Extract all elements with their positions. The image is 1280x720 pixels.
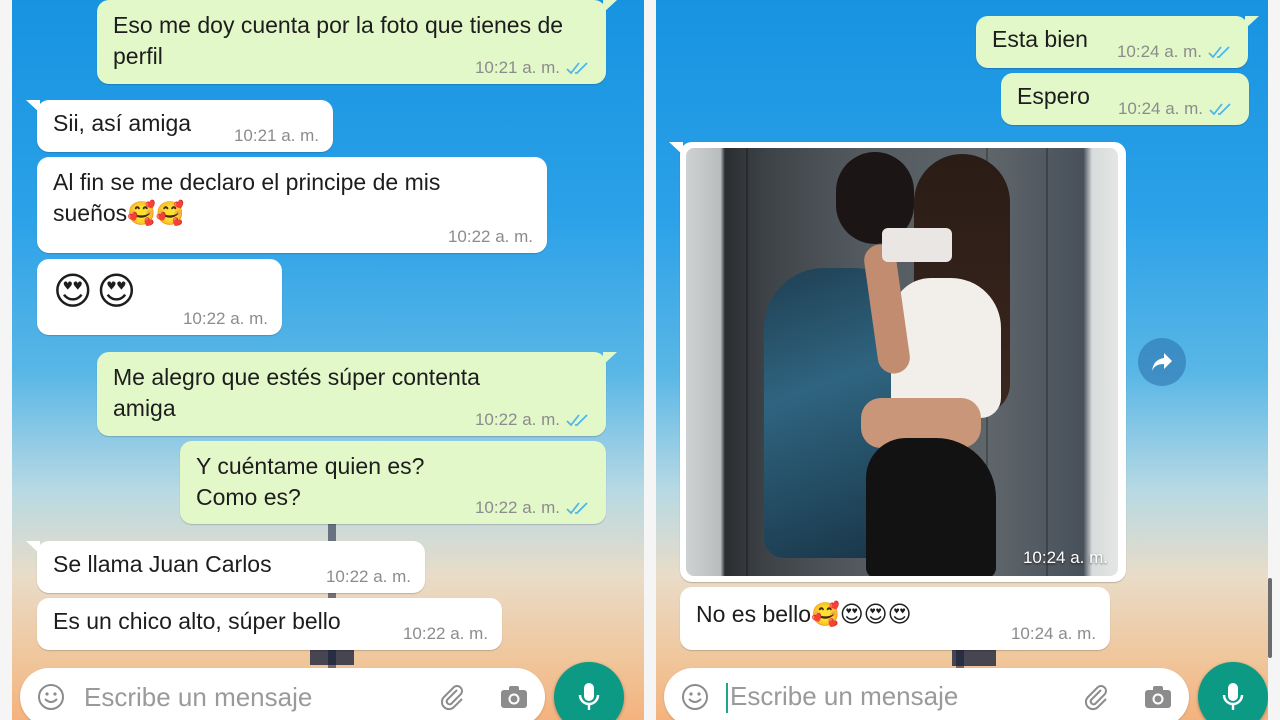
double-check-icon [566, 62, 588, 75]
message-time: 10:22 a. m. [474, 410, 560, 429]
chat-screen-right[interactable]: Esta bien 10:24 a. m. Espero 10:24 a. m.… [656, 0, 1268, 720]
message-input[interactable]: Escribe un mensaje [84, 682, 435, 713]
paperclip-icon[interactable] [1079, 680, 1113, 714]
double-check-icon [566, 414, 588, 427]
message-incoming[interactable]: 😍😍 10:22 a. m. [37, 259, 282, 335]
message-time: 10:21 a. m. [474, 58, 560, 77]
shared-photo[interactable]: 10:24 a. m. [686, 148, 1118, 576]
camera-icon[interactable] [1141, 680, 1175, 714]
chat-screen-left[interactable]: Eso me doy cuenta por la foto que tienes… [12, 0, 644, 720]
message-time: 10:24 a. m. [1117, 99, 1203, 118]
double-check-icon [1208, 46, 1230, 59]
message-outgoing[interactable]: Eso me doy cuenta por la foto que tienes… [97, 0, 617, 84]
message-time: 10:21 a. m. [233, 126, 319, 145]
message-input[interactable]: Escribe un mensaje [726, 680, 1079, 714]
double-check-icon [1209, 103, 1231, 116]
double-check-icon [566, 502, 588, 515]
message-time: 10:22 a. m. [447, 227, 533, 246]
message-image[interactable]: 10:24 a. m. [669, 142, 1126, 582]
emoji-icon[interactable] [678, 680, 712, 714]
forward-icon [1152, 353, 1172, 371]
message-outgoing[interactable]: Esta bien 10:24 a. m. [976, 16, 1259, 68]
message-text: Al fin se me declaro el principe de mis … [53, 169, 441, 226]
camera-icon[interactable] [497, 680, 531, 714]
message-incoming[interactable]: Al fin se me declaro el principe de mis … [37, 157, 547, 253]
text-caret [726, 683, 728, 714]
mic-button[interactable] [1198, 662, 1268, 720]
paperclip-icon[interactable] [435, 680, 469, 714]
left-margin [0, 0, 12, 720]
message-input-bar[interactable]: Escribe un mensaje [20, 668, 545, 720]
message-time: 10:22 a. m. [325, 567, 411, 586]
message-outgoing[interactable]: Me alegro que estés súper contenta amiga… [97, 352, 617, 436]
forward-button[interactable] [1138, 338, 1186, 386]
message-input-placeholder: Escribe un mensaje [730, 680, 959, 711]
message-input-bar[interactable]: Escribe un mensaje [664, 668, 1189, 720]
message-time: 10:24 a. m. [1010, 624, 1096, 643]
message-text: Y cuéntame quien es? Como es? [196, 453, 425, 510]
wallpaper-sign [952, 648, 996, 666]
emoji-icon[interactable] [34, 680, 68, 714]
message-incoming[interactable]: Se llama Juan Carlos 10:22 a. m. [26, 541, 425, 593]
message-incoming[interactable]: No es bello🥰😍😍😍 10:24 a. m. [680, 587, 1110, 650]
message-time: 10:22 a. m. [474, 498, 560, 517]
mic-icon [1222, 683, 1244, 710]
mic-icon [578, 683, 600, 710]
phone-in-photo [882, 228, 952, 262]
message-time: 10:22 a. m. [182, 309, 268, 328]
message-time: 10:24 a. m. [1116, 42, 1202, 61]
message-outgoing[interactable]: Espero 10:24 a. m. [1001, 73, 1249, 125]
message-time: 10:24 a. m. [1022, 548, 1108, 567]
message-incoming[interactable]: Sii, así amiga 10:21 a. m. [26, 100, 333, 152]
message-incoming[interactable]: Es un chico alto, súper bello 10:22 a. m… [37, 598, 502, 650]
scrollbar[interactable] [1268, 578, 1272, 658]
mic-button[interactable] [554, 662, 624, 720]
message-outgoing[interactable]: Y cuéntame quien es? Como es? 10:22 a. m… [180, 441, 606, 524]
center-divider [644, 0, 656, 720]
message-time: 10:22 a. m. [402, 624, 488, 643]
